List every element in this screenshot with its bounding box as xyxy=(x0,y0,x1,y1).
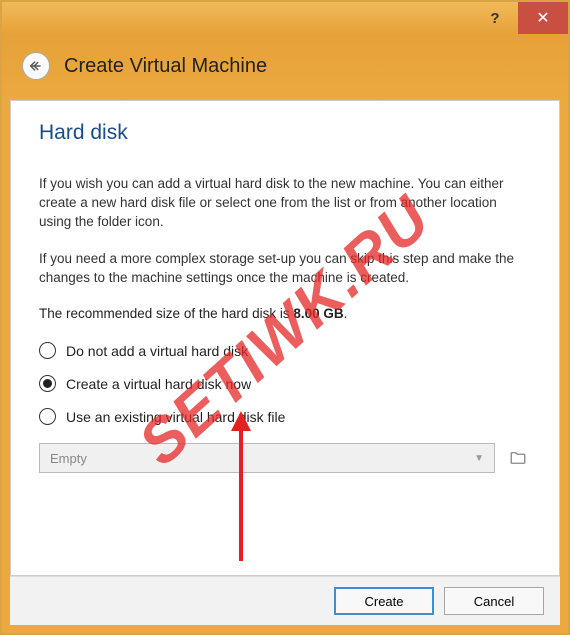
content-card: SETIWK.RU Hard disk If you wish you can … xyxy=(10,100,560,576)
browse-folder-button[interactable] xyxy=(505,445,531,471)
close-button[interactable]: ✕ xyxy=(518,2,568,34)
dialog-title: Create Virtual Machine xyxy=(64,55,267,78)
radio-icon xyxy=(39,375,56,392)
close-icon: ✕ xyxy=(536,8,549,28)
description-para-2: If you need a more complex storage set-u… xyxy=(39,250,531,288)
help-button[interactable]: ? xyxy=(472,2,518,34)
option-use-existing[interactable]: Use an existing virtual hard disk file xyxy=(39,408,531,425)
option-label: Use an existing virtual hard disk file xyxy=(66,409,285,425)
existing-disk-dropdown[interactable]: Empty ▼ xyxy=(39,443,495,473)
option-label: Do not add a virtual hard disk xyxy=(66,343,248,359)
content-wrap: SETIWK.RU Hard disk If you wish you can … xyxy=(2,100,568,633)
back-button[interactable] xyxy=(22,52,50,80)
option-label: Create a virtual hard disk now xyxy=(66,376,251,392)
footer: Create Cancel xyxy=(10,576,560,625)
annotation-arrow-icon xyxy=(229,411,253,561)
dropdown-value: Empty xyxy=(50,451,87,466)
radio-icon xyxy=(39,408,56,425)
disk-select-row: Empty ▼ xyxy=(39,443,531,473)
option-create-now[interactable]: Create a virtual hard disk now xyxy=(39,375,531,392)
option-no-disk[interactable]: Do not add a virtual hard disk xyxy=(39,342,531,359)
radio-icon xyxy=(39,342,56,359)
hard-disk-options: Do not add a virtual hard disk Create a … xyxy=(39,342,531,425)
dialog-window: ? ✕ Create Virtual Machine SETIWK.RU Har… xyxy=(0,0,570,635)
description: If you wish you can add a virtual hard d… xyxy=(39,175,531,324)
section-title: Hard disk xyxy=(39,121,531,145)
title-controls: ? ✕ xyxy=(472,2,568,34)
create-button[interactable]: Create xyxy=(334,587,434,615)
chevron-down-icon: ▼ xyxy=(474,453,484,464)
help-icon: ? xyxy=(490,10,499,27)
description-para-1: If you wish you can add a virtual hard d… xyxy=(39,175,531,232)
cancel-button[interactable]: Cancel xyxy=(444,587,544,615)
header: Create Virtual Machine xyxy=(2,34,568,100)
titlebar: ? ✕ xyxy=(2,2,568,34)
recommended-size-line: The recommended size of the hard disk is… xyxy=(39,305,531,324)
folder-icon xyxy=(508,449,528,467)
